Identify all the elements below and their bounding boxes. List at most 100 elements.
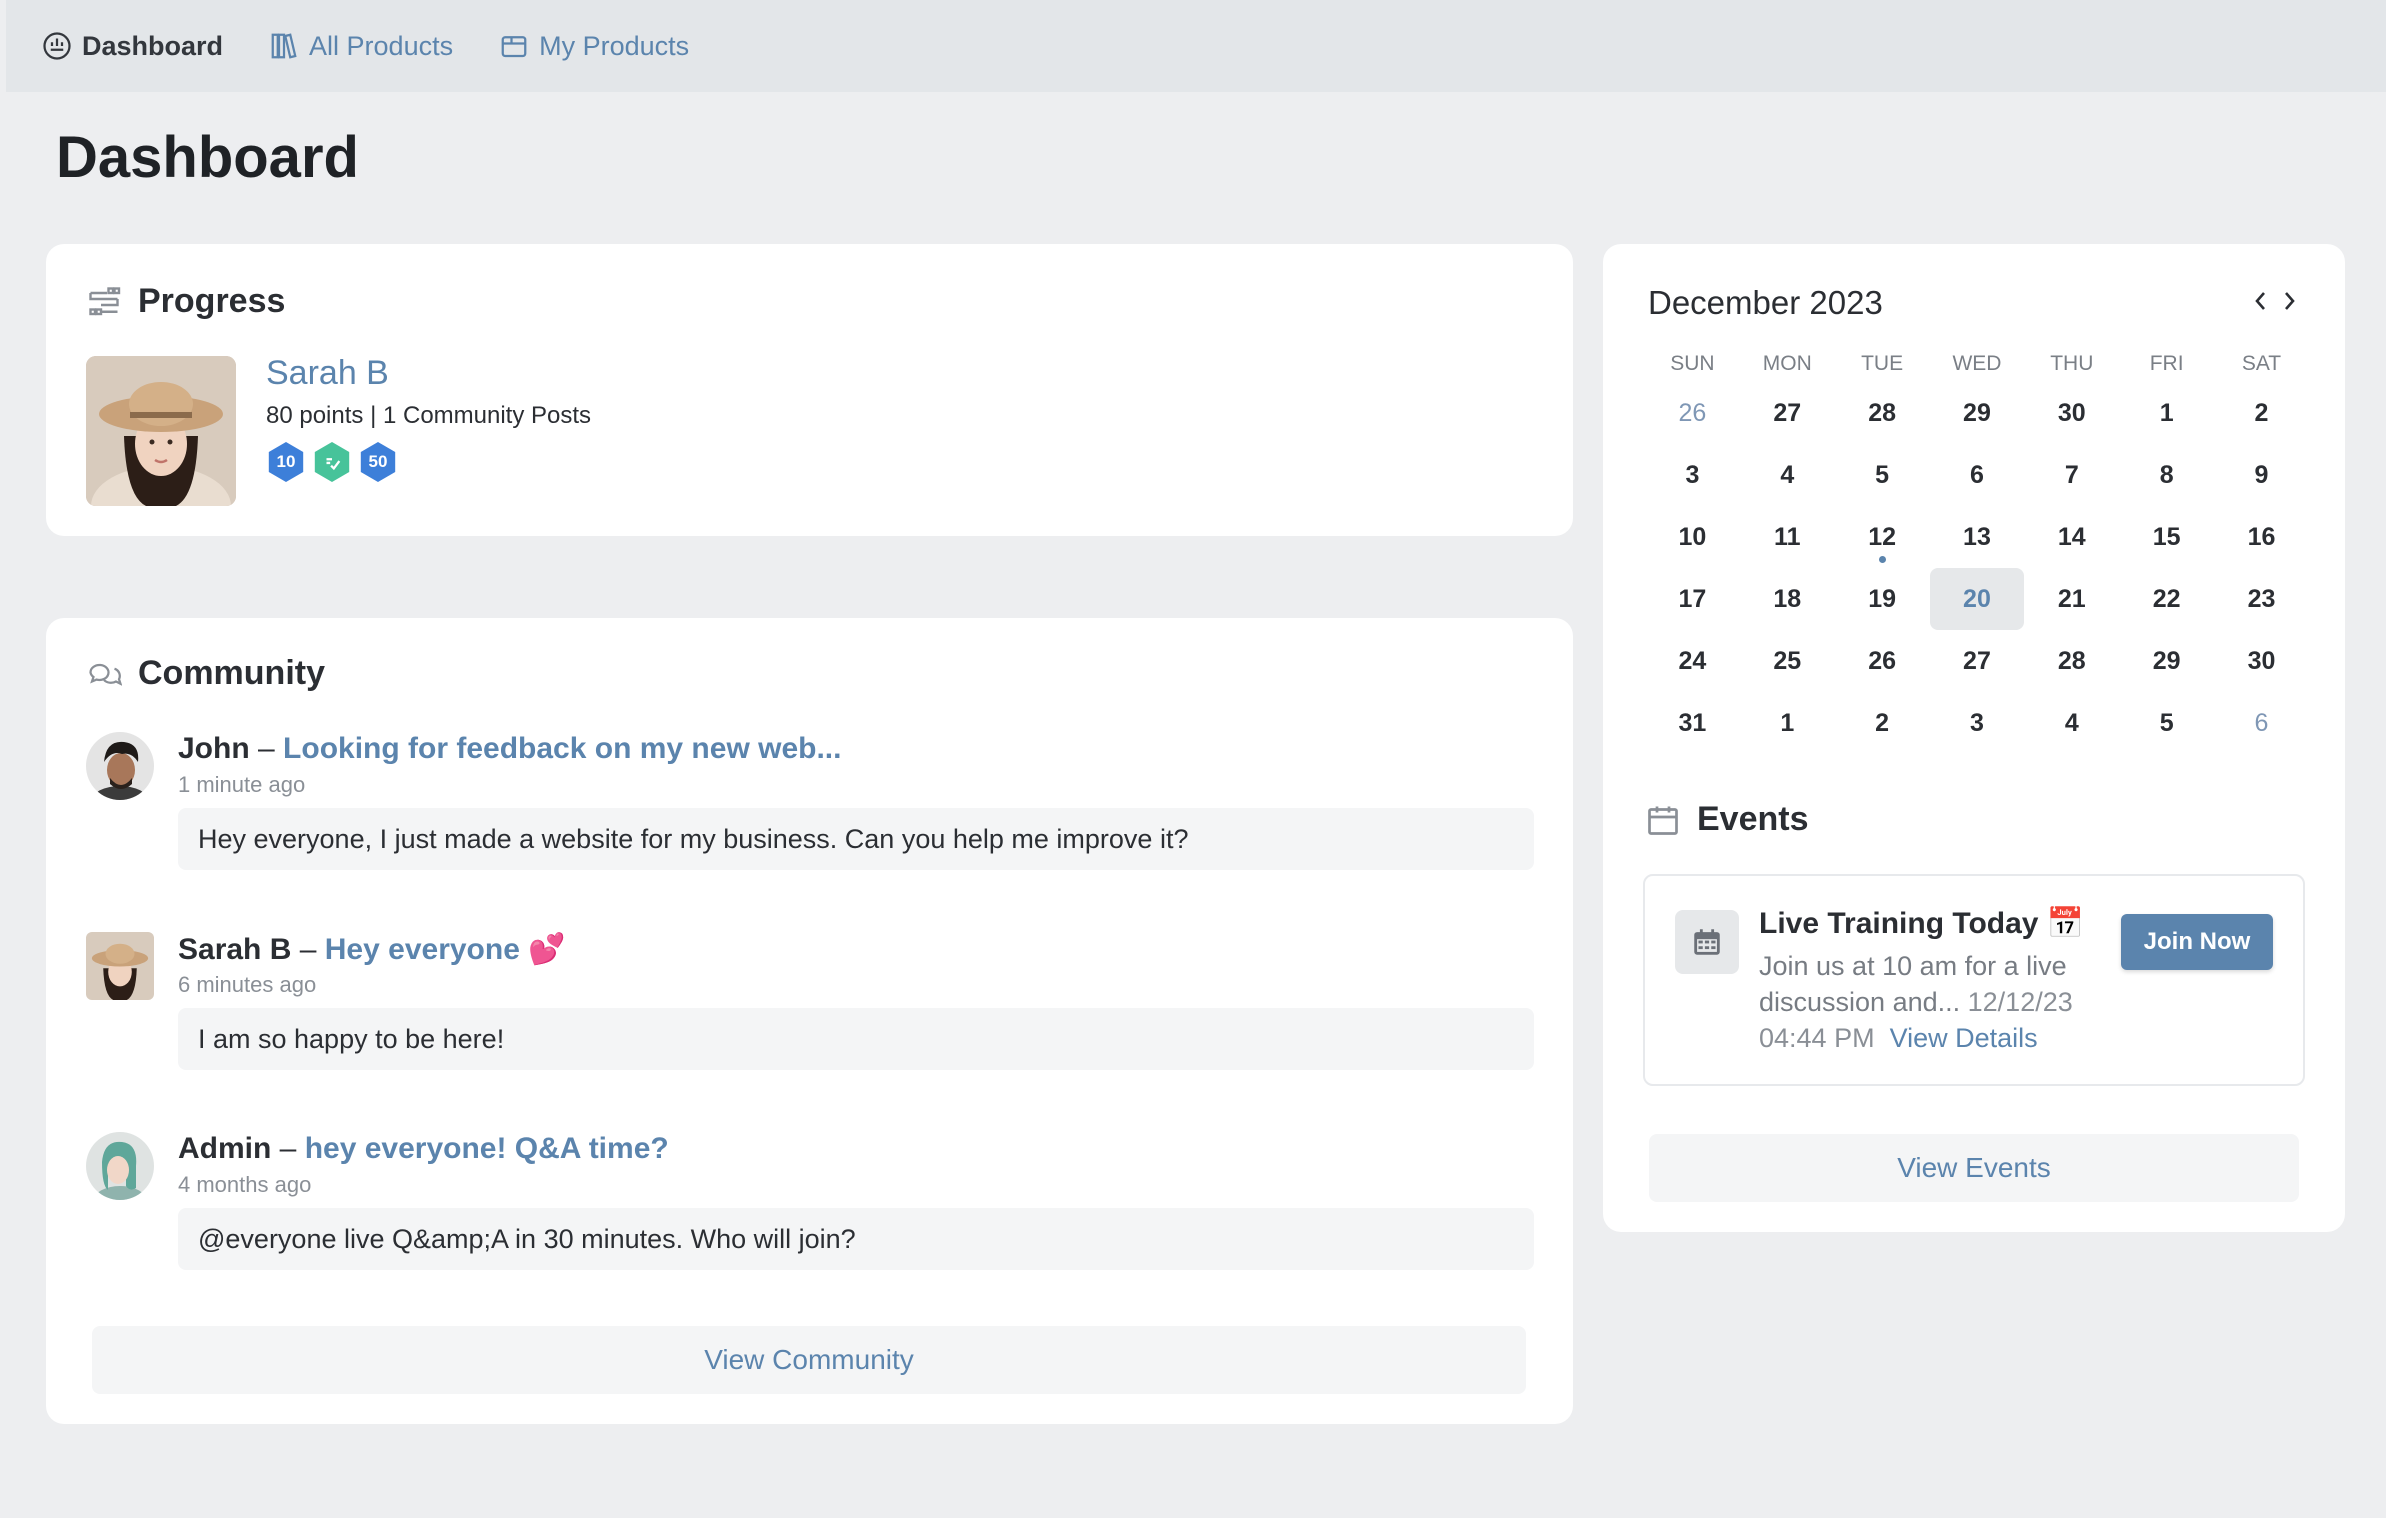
post-title-link[interactable]: Hey everyone 💕 — [325, 933, 566, 966]
user-photo — [86, 356, 236, 506]
calendar-day[interactable]: 6 — [2214, 692, 2309, 754]
chevron-right-icon[interactable] — [2281, 288, 2299, 314]
calendar-day[interactable]: 5 — [2119, 692, 2214, 754]
box-icon — [501, 36, 527, 58]
post-avatar-admin[interactable] — [86, 1132, 154, 1200]
calendar-card: December 2023 SUN MON TUE WED THU FRI SA… — [1603, 244, 2345, 1232]
event-title[interactable]: Live Training Today 📅 — [1759, 906, 2084, 941]
calendar-day[interactable]: 3 — [1645, 444, 1740, 506]
view-events-button[interactable]: View Events — [1649, 1134, 2299, 1202]
post-body: @everyone live Q&amp;A in 30 minutes. Wh… — [178, 1208, 1534, 1270]
calendar-day[interactable]: 14 — [2024, 506, 2119, 568]
nav-all-products[interactable]: All Products — [269, 31, 453, 62]
view-details-link[interactable]: View Details — [1890, 1023, 2038, 1053]
calendar-day[interactable]: 2 — [1835, 692, 1930, 754]
view-community-button[interactable]: View Community — [92, 1326, 1526, 1394]
calendar-day[interactable]: 29 — [2119, 630, 2214, 692]
badge-list: 10 50 — [266, 442, 398, 482]
post-avatar-john[interactable] — [86, 732, 154, 800]
nav-all-products-label: All Products — [309, 30, 454, 61]
calendar-day[interactable]: 1 — [1740, 692, 1835, 754]
calendar-day[interactable]: 15 — [2119, 506, 2214, 568]
badge-10[interactable]: 10 — [268, 442, 304, 482]
calendar-day[interactable]: 20 — [1929, 568, 2025, 630]
check-badge-icon — [326, 458, 341, 471]
calendar-day[interactable]: 11 — [1740, 506, 1835, 568]
calendar-day[interactable]: 17 — [1645, 568, 1740, 630]
calendar-day[interactable]: 23 — [2214, 568, 2309, 630]
calendar-day[interactable]: 31 — [1645, 692, 1740, 754]
post-body: Hey everyone, I just made a website for … — [178, 808, 1534, 870]
dashboard-gauge-icon — [43, 32, 71, 60]
chat-bubbles-icon — [89, 663, 122, 686]
calendar-day[interactable]: 25 — [1740, 630, 1835, 692]
badge-check[interactable] — [314, 442, 350, 482]
progress-header: Progress — [86, 282, 285, 321]
calendar-month-label: December 2023 — [1648, 284, 1883, 321]
calendar-week-row: 17 18 19 20 21 22 23 — [1645, 568, 2309, 630]
calendar-day[interactable]: 24 — [1645, 630, 1740, 692]
calendar-day[interactable]: 7 — [2024, 444, 2119, 506]
calendar-day[interactable]: 6 — [1930, 444, 2025, 506]
nav-my-products[interactable]: My Products — [499, 31, 689, 62]
weekday-label: THU — [2050, 352, 2094, 375]
user-avatar[interactable] — [86, 356, 236, 506]
calendar-day[interactable]: 3 — [1930, 692, 2025, 754]
calendar-day[interactable]: 5 — [1835, 444, 1930, 506]
post-title-link[interactable]: hey everyone! Q&A time? — [305, 1132, 669, 1165]
calendar-day[interactable]: 8 — [2119, 444, 2214, 506]
calendar-day[interactable]: 18 — [1740, 568, 1835, 630]
calendar-day[interactable]: 4 — [1740, 444, 1835, 506]
post-body: I am so happy to be here! — [178, 1008, 1534, 1070]
calendar-weekday-row: SUN MON TUE WED THU FRI SAT — [1645, 346, 2309, 382]
john-photo — [86, 732, 154, 800]
post-separator: – — [258, 732, 275, 765]
calendar-day[interactable]: 10 — [1645, 506, 1740, 568]
chevron-left-icon[interactable] — [2251, 288, 2269, 314]
post-author[interactable]: Sarah B — [178, 933, 291, 966]
calendar-day[interactable]: 26 — [1835, 630, 1930, 692]
calendar-day[interactable]: 28 — [1835, 382, 1930, 444]
weekday-label: SAT — [2241, 352, 2282, 375]
post-avatar-sarah[interactable] — [86, 932, 154, 1000]
nav-my-products-label: My Products — [539, 30, 690, 61]
post-head: John – Looking for feedback on my new we… — [178, 732, 841, 766]
calendar-day[interactable]: 9 — [2214, 444, 2309, 506]
badge-50[interactable]: 50 — [360, 442, 396, 482]
calendar-week-row: 31 1 2 3 4 5 6 — [1645, 692, 2309, 754]
calendar-day[interactable]: 2 — [2214, 382, 2309, 444]
calendar-day[interactable]: 21 — [2024, 568, 2119, 630]
calendar-week-row: 26 27 28 29 30 1 2 — [1645, 382, 2309, 444]
calendar-day[interactable]: 16 — [2214, 506, 2309, 568]
calendar-day[interactable]: 28 — [2024, 630, 2119, 692]
community-header: Community — [86, 654, 325, 693]
calendar-day[interactable]: 30 — [2024, 382, 2119, 444]
calendar-day[interactable]: 29 — [1930, 382, 2025, 444]
calendar-day[interactable]: 12 — [1835, 506, 1930, 568]
weekday-label: SUN — [1670, 352, 1715, 375]
event-calendar-icon — [1675, 910, 1739, 974]
post-time: 4 months ago — [178, 1172, 312, 1197]
top-nav: Dashboard All Products My Products — [6, 0, 2386, 92]
admin-photo — [86, 1132, 154, 1200]
post-author[interactable]: John — [178, 732, 250, 765]
calendar-day[interactable]: 4 — [2024, 692, 2119, 754]
calendar-day[interactable]: 13 — [1930, 506, 2025, 568]
calendar-day[interactable]: 27 — [1930, 630, 2025, 692]
post-time: 1 minute ago — [178, 772, 306, 797]
calendar-day[interactable]: 1 — [2119, 382, 2214, 444]
calendar-day[interactable]: 30 — [2214, 630, 2309, 692]
calendar-day[interactable]: 19 — [1835, 568, 1930, 630]
page-title: Dashboard — [56, 125, 359, 190]
post-separator: – — [279, 1132, 297, 1165]
calendar-day[interactable]: 26 — [1645, 382, 1740, 444]
join-now-button[interactable]: Join Now — [2121, 914, 2273, 970]
calendar-day[interactable]: 22 — [2119, 568, 2214, 630]
user-name-link[interactable]: Sarah B — [266, 354, 389, 393]
weekday-label: TUE — [1861, 352, 1904, 375]
calendar-week-row: 10 11 12 13 14 15 16 — [1645, 506, 2309, 568]
post-author[interactable]: Admin — [178, 1132, 271, 1165]
post-title-link[interactable]: Looking for feedback on my new web... — [283, 732, 841, 765]
calendar-day[interactable]: 27 — [1740, 382, 1835, 444]
nav-dashboard[interactable]: Dashboard — [42, 31, 223, 62]
